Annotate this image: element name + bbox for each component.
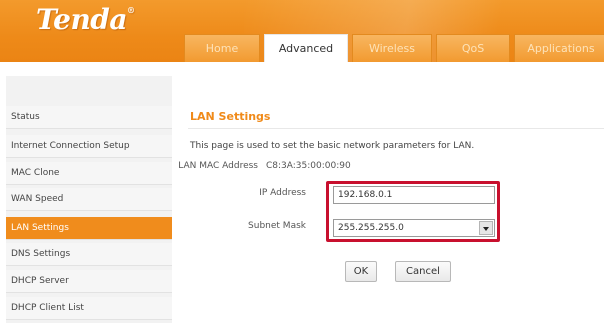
tab-applications[interactable]: Applications	[514, 34, 604, 62]
chevron-down-icon[interactable]	[479, 221, 493, 235]
tab-home[interactable]: Home	[184, 34, 260, 62]
tenda-logo: Tenda®	[36, 3, 135, 36]
sidebar-item-lan-settings[interactable]: LAN Settings	[6, 217, 172, 240]
ok-button[interactable]: OK	[345, 261, 377, 282]
sidebar-item-dhcp-server[interactable]: DHCP Server	[6, 270, 172, 293]
tab-advanced[interactable]: Advanced	[264, 34, 348, 62]
mac-address-label: LAN MAC Address	[178, 161, 258, 171]
cancel-button[interactable]: Cancel	[395, 261, 451, 282]
subnet-mask-value: 255.255.255.0	[338, 223, 404, 233]
title-divider	[188, 128, 604, 129]
page-title: LAN Settings	[190, 110, 271, 123]
ip-address-input[interactable]	[333, 186, 495, 204]
subnet-mask-select[interactable]: 255.255.255.0	[333, 219, 495, 237]
header-bar: Tenda® Home Advanced Wireless QoS Applic…	[0, 0, 604, 62]
sidebar-item-internet-connection-setup[interactable]: Internet Connection Setup	[6, 135, 172, 158]
sidebar-item-status[interactable]: Status	[6, 106, 172, 129]
sidebar-item-dns-settings[interactable]: DNS Settings	[6, 243, 172, 266]
sidebar: Status Internet Connection Setup MAC Clo…	[6, 76, 172, 323]
mac-address-value: C8:3A:35:00:00:90	[266, 161, 351, 171]
page-description: This page is used to set the basic netwo…	[190, 141, 475, 151]
subnet-mask-label: Subnet Mask	[248, 221, 306, 231]
tab-wireless[interactable]: Wireless	[352, 34, 432, 62]
ip-address-label: IP Address	[259, 188, 306, 198]
sidebar-item-dhcp-client-list[interactable]: DHCP Client List	[6, 297, 172, 320]
sidebar-item-wan-speed[interactable]: WAN Speed	[6, 188, 172, 211]
tab-qos[interactable]: QoS	[436, 34, 510, 62]
sidebar-item-mac-clone[interactable]: MAC Clone	[6, 162, 172, 185]
